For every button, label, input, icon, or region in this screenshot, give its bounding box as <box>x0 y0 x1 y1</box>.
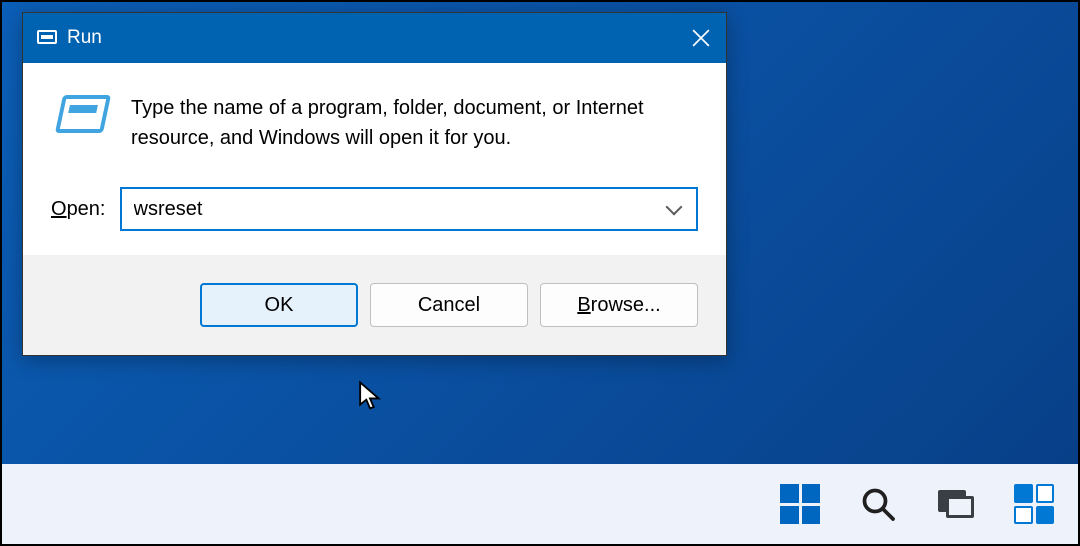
widgets-icon <box>1014 484 1054 524</box>
run-titlebar-icon <box>37 30 57 46</box>
run-icon <box>59 95 107 137</box>
windows-logo-icon <box>780 484 820 524</box>
open-input[interactable] <box>134 198 663 221</box>
chevron-down-icon <box>666 199 683 216</box>
open-label: Open: <box>51 198 106 221</box>
titlebar[interactable]: Run <box>23 13 726 63</box>
widgets-button[interactable] <box>1012 482 1056 526</box>
run-dialog: Run Type the name of a program, folder, … <box>22 12 727 356</box>
search-button[interactable] <box>856 482 900 526</box>
dialog-description: Type the name of a program, folder, docu… <box>131 93 698 153</box>
dialog-body: Type the name of a program, folder, docu… <box>23 63 726 255</box>
ok-button[interactable]: OK <box>200 283 358 327</box>
search-icon <box>860 486 896 522</box>
open-combobox[interactable] <box>120 187 699 231</box>
taskbar <box>2 464 1078 544</box>
task-view-icon <box>938 490 974 518</box>
cancel-button[interactable]: Cancel <box>370 283 528 327</box>
task-view-button[interactable] <box>934 482 978 526</box>
dialog-footer: OK Cancel Browse... <box>23 255 726 355</box>
dropdown-button[interactable] <box>662 201 686 217</box>
start-button[interactable] <box>778 482 822 526</box>
browse-button[interactable]: Browse... <box>540 283 698 327</box>
window-title: Run <box>67 27 676 49</box>
mouse-cursor-icon <box>357 380 383 417</box>
close-icon <box>692 29 710 47</box>
close-button[interactable] <box>676 13 726 63</box>
